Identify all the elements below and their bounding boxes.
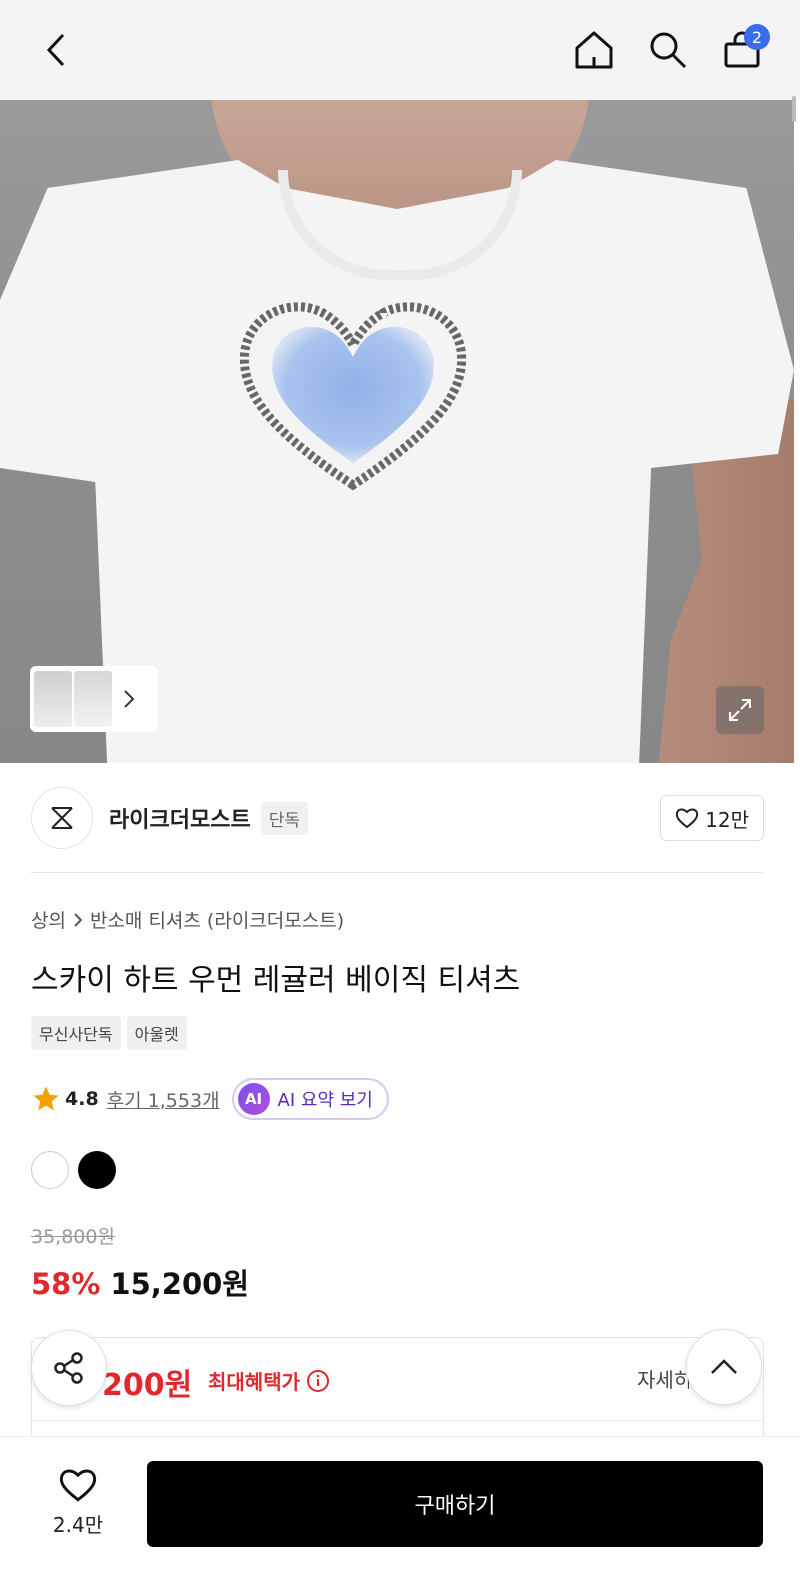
back-button[interactable] [36, 28, 76, 72]
benefit-label: 최대혜택가 [208, 1366, 330, 1395]
share-button[interactable] [31, 1330, 107, 1406]
brand-logo-icon [51, 807, 73, 829]
cart-button[interactable]: 2 [720, 24, 770, 74]
brand-like-count: 12만 [705, 807, 749, 832]
heart-print-graphic [239, 302, 467, 491]
price-row: 58% 15,200원 [31, 1261, 249, 1303]
thumbnail-image[interactable] [74, 671, 112, 727]
brand-name[interactable]: 라이크더모스트 [109, 802, 251, 834]
image-thumbnail-strip[interactable] [30, 666, 158, 732]
cart-count-badge: 2 [744, 24, 770, 50]
color-swatch-black[interactable] [78, 1151, 116, 1189]
heart-icon [675, 808, 699, 829]
color-swatches [31, 1151, 116, 1189]
discount-rate: 58% [31, 1267, 101, 1301]
review-link[interactable]: 후기 1,553개 [107, 1086, 220, 1113]
product-tags: 무신사단독 아울렛 [31, 1016, 187, 1050]
wishlist-count: 2.4만 [52, 1513, 104, 1537]
original-price: 35,800원 [31, 1226, 115, 1248]
buy-button[interactable]: 구매하기 [147, 1461, 763, 1547]
rating-value: 4.8 [65, 1088, 99, 1110]
breadcrumb-subcategory[interactable]: 반소매 티셔츠 (라이크더모스트) [90, 906, 344, 933]
wishlist-button[interactable]: 2.4만 [38, 1467, 118, 1538]
chevron-right-icon [74, 912, 83, 927]
breadcrumb: 상의 반소매 티셔츠 (라이크더모스트) [31, 906, 344, 933]
ai-summary-button[interactable]: AI AI 요약 보기 [231, 1078, 389, 1120]
product-title: 스카이 하트 우먼 레귤러 베이직 티셔츠 [31, 963, 521, 998]
bottom-action-bar: 2.4만 구매하기 [0, 1436, 800, 1580]
scroll-top-button[interactable] [686, 1329, 762, 1405]
ai-summary-label: AI 요약 보기 [277, 1090, 373, 1111]
chevron-right-icon[interactable] [114, 671, 144, 727]
benefit-detail-link[interactable]: 자세히 [637, 1364, 689, 1393]
product-tag: 무신사단독 [31, 1016, 121, 1050]
benefit-price: 200원 [102, 1368, 193, 1403]
divider [32, 1420, 763, 1421]
heart-icon [59, 1469, 97, 1502]
product-main-image[interactable] [0, 100, 794, 763]
home-icon [575, 31, 613, 69]
breadcrumb-category[interactable]: 상의 [31, 906, 66, 933]
sale-price: 15,200원 [110, 1267, 250, 1301]
thumbnail-image[interactable] [34, 671, 72, 727]
benefit-label-text: 최대혜택가 [208, 1370, 300, 1394]
search-button[interactable] [646, 26, 690, 74]
info-icon[interactable] [306, 1369, 330, 1393]
rating-row: 4.8 후기 1,553개 AI AI 요약 보기 [31, 1077, 389, 1121]
star-icon [33, 1086, 59, 1111]
page-scrollbar[interactable] [792, 96, 796, 122]
brand-logo[interactable] [31, 787, 93, 849]
search-icon [650, 32, 687, 69]
ai-icon: AI [237, 1083, 270, 1115]
product-tag: 아울렛 [126, 1016, 187, 1050]
exclusive-badge: 단독 [260, 801, 308, 835]
top-header: 2 [0, 0, 800, 100]
expand-image-button[interactable] [716, 686, 764, 734]
divider [31, 872, 764, 873]
chevron-up-icon [711, 1359, 737, 1374]
brand-row: 라이크더모스트 단독 12만 [31, 787, 764, 849]
chevron-left-icon [46, 33, 65, 67]
brand-like-button[interactable]: 12만 [660, 795, 764, 841]
home-button[interactable] [572, 26, 616, 74]
expand-icon [729, 699, 751, 721]
color-swatch-white[interactable] [31, 1151, 69, 1189]
share-icon [54, 1352, 83, 1384]
